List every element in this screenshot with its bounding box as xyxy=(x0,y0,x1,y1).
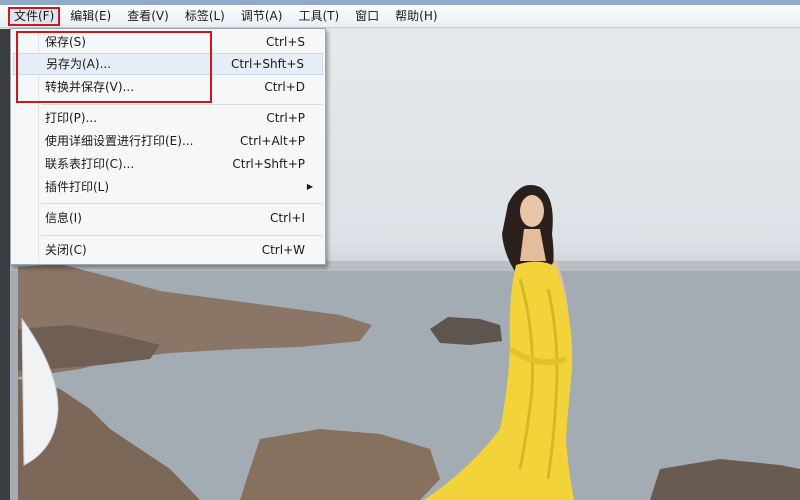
menu-item-print-detailed[interactable]: 使用详细设置进行打印(E)... Ctrl+Alt+P xyxy=(13,130,323,152)
menu-item-label: 打印(P)... xyxy=(45,111,98,125)
menu-view[interactable]: 查看(V) xyxy=(121,7,175,26)
menu-item-label: 联系表打印(C)... xyxy=(45,157,135,171)
face xyxy=(520,195,544,227)
menu-tools[interactable]: 工具(T) xyxy=(292,7,345,26)
menu-item-label: 信息(I) xyxy=(45,211,82,225)
menu-item-label: 插件打印(L) xyxy=(45,180,110,194)
menu-item-info[interactable]: 信息(I) Ctrl+I xyxy=(13,207,323,229)
menu-item-shortcut: Ctrl+W xyxy=(261,243,305,257)
menu-separator xyxy=(41,203,323,204)
menu-item-label: 使用详细设置进行打印(E)... xyxy=(45,134,194,148)
canvas-left-panel-edge xyxy=(0,29,10,500)
menu-item-label: 关闭(C) xyxy=(45,243,87,257)
menu-separator xyxy=(41,104,323,105)
menu-edit[interactable]: 编辑(E) xyxy=(64,7,117,26)
arrow-right-icon: ▶ xyxy=(306,182,313,191)
menu-adjust[interactable]: 调节(A) xyxy=(235,7,289,26)
menu-item-shortcut: Ctrl+Shft+P xyxy=(232,157,305,171)
menu-separator xyxy=(41,235,323,236)
menu-item-close[interactable]: 关闭(C) Ctrl+W xyxy=(13,239,323,261)
menu-item-contact-sheet-print[interactable]: 联系表打印(C)... Ctrl+Shft+P xyxy=(13,153,323,175)
menu-item-plugin-print[interactable]: 插件打印(L) ▶ xyxy=(13,176,323,198)
menu-item-print[interactable]: 打印(P)... Ctrl+P xyxy=(13,107,323,129)
menu-item-shortcut: Ctrl+Shft+S xyxy=(230,57,304,71)
menu-file[interactable]: 文件(F) xyxy=(8,6,61,26)
menu-help[interactable]: 帮助(H) xyxy=(389,7,443,26)
menu-item-shortcut: Ctrl+Alt+P xyxy=(240,134,305,148)
menu-item-shortcut: Ctrl+P xyxy=(266,111,305,125)
menu-tags[interactable]: 标签(L) xyxy=(179,7,231,26)
menu-item-shortcut: Ctrl+I xyxy=(270,211,305,225)
menu-bar: 文件(F) 编辑(E) 查看(V) 标签(L) 调节(A) 工具(T) 窗口 帮… xyxy=(0,5,800,28)
annotation-highlight-box xyxy=(16,31,212,103)
menu-window[interactable]: 窗口 xyxy=(349,7,385,26)
menu-item-shortcut: Ctrl+S xyxy=(265,35,305,49)
menu-item-shortcut: Ctrl+D xyxy=(264,80,305,94)
